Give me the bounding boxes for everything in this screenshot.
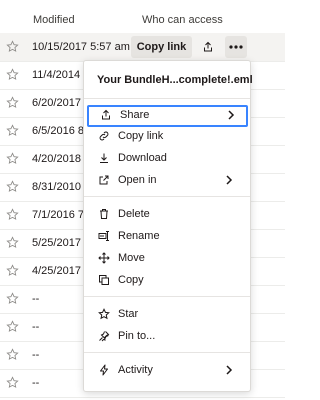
chevron-right-icon [228, 110, 235, 120]
menu-item-activity[interactable]: Activity [85, 360, 249, 380]
menu-item-label: Rename [118, 230, 160, 242]
chevron-right-icon [226, 175, 233, 185]
star-icon[interactable] [6, 68, 19, 81]
menu-item-label: Share [120, 109, 150, 121]
menu-item-share[interactable]: Share [87, 105, 248, 127]
column-header-access[interactable]: Who can access [142, 14, 223, 26]
file-context-menu: Your BundleH...complete!.eml Share Copy … [83, 60, 253, 392]
star-icon[interactable] [6, 292, 19, 305]
download-icon [100, 153, 108, 163]
modified-date: 6/5/2016 8 [32, 125, 84, 137]
menu-item-delete[interactable]: Delete [85, 204, 249, 224]
menu-item-copy-link[interactable]: Copy link [85, 126, 249, 146]
menu-divider [84, 296, 250, 297]
menu-item-move[interactable]: Move [85, 248, 249, 268]
pin-icon [99, 331, 110, 342]
star-icon [98, 308, 110, 320]
menu-item-open-in[interactable]: Open in [85, 170, 249, 190]
star-icon[interactable] [6, 208, 19, 221]
menu-divider [84, 196, 250, 197]
star-icon[interactable] [6, 152, 19, 165]
move-icon [98, 252, 110, 264]
modified-date: 7/1/2016 7: [32, 209, 88, 221]
share-icon [102, 109, 110, 120]
star-icon[interactable] [6, 236, 19, 249]
menu-item-label: Star [118, 308, 139, 320]
menu-item-download[interactable]: Download [85, 148, 249, 168]
menu-item-star[interactable]: Star [85, 304, 249, 324]
column-header-modified[interactable]: Modified [33, 14, 75, 26]
star-icon[interactable] [6, 264, 19, 277]
modified-date: -- [32, 293, 40, 305]
chevron-right-icon [226, 365, 233, 375]
table-header: Modified Who can access [0, 0, 285, 37]
star-icon[interactable] [6, 96, 19, 109]
modified-date: 10/15/2017 5:57 am [32, 41, 130, 53]
open-external-icon [99, 175, 109, 185]
menu-item-label: Download [118, 152, 167, 164]
star-icon[interactable] [6, 40, 19, 53]
star-icon[interactable] [6, 124, 19, 137]
star-icon[interactable] [6, 320, 19, 333]
modified-date: 5/25/2017 [32, 237, 81, 249]
copy-link-button[interactable]: Copy link [131, 36, 192, 58]
menu-item-label: Copy link [118, 130, 164, 142]
menu-item-label: Move [118, 252, 145, 264]
share-icon [204, 41, 212, 52]
menu-item-label: Delete [118, 208, 150, 220]
star-icon[interactable] [6, 180, 19, 193]
modified-date: 8/31/2010 [32, 181, 81, 193]
table-row[interactable]: 10/15/2017 5:57 am Copy link [0, 33, 285, 62]
menu-divider [84, 98, 250, 99]
trash-icon [100, 209, 108, 219]
share-button[interactable] [196, 36, 220, 58]
star-icon[interactable] [6, 376, 19, 389]
modified-date: 4/20/2018 [32, 153, 81, 165]
rename-icon [98, 231, 109, 241]
menu-item-rename[interactable]: Rename [85, 226, 249, 246]
menu-divider [84, 352, 250, 353]
modified-date: 4/25/2017 [32, 265, 81, 277]
more-actions-button[interactable] [225, 36, 247, 58]
activity-icon [100, 364, 108, 376]
menu-item-label: Activity [118, 364, 153, 376]
modified-date: -- [32, 349, 40, 361]
menu-item-label: Pin to... [118, 330, 156, 342]
menu-item-copy[interactable]: Copy [85, 270, 249, 290]
menu-file-name: Your BundleH...complete!.eml [97, 74, 253, 86]
menu-item-label: Copy [118, 274, 144, 286]
menu-item-pin-to[interactable]: Pin to... [85, 326, 249, 346]
star-icon[interactable] [6, 348, 19, 361]
link-icon [99, 131, 109, 141]
modified-date: -- [32, 377, 40, 389]
copy-icon [99, 275, 109, 285]
modified-date: 6/20/2017 [32, 97, 81, 109]
modified-date: -- [32, 321, 40, 333]
modified-date: 11/4/2014 1 [32, 69, 90, 81]
ellipsis-icon [229, 45, 243, 49]
menu-item-label: Open in [118, 174, 157, 186]
